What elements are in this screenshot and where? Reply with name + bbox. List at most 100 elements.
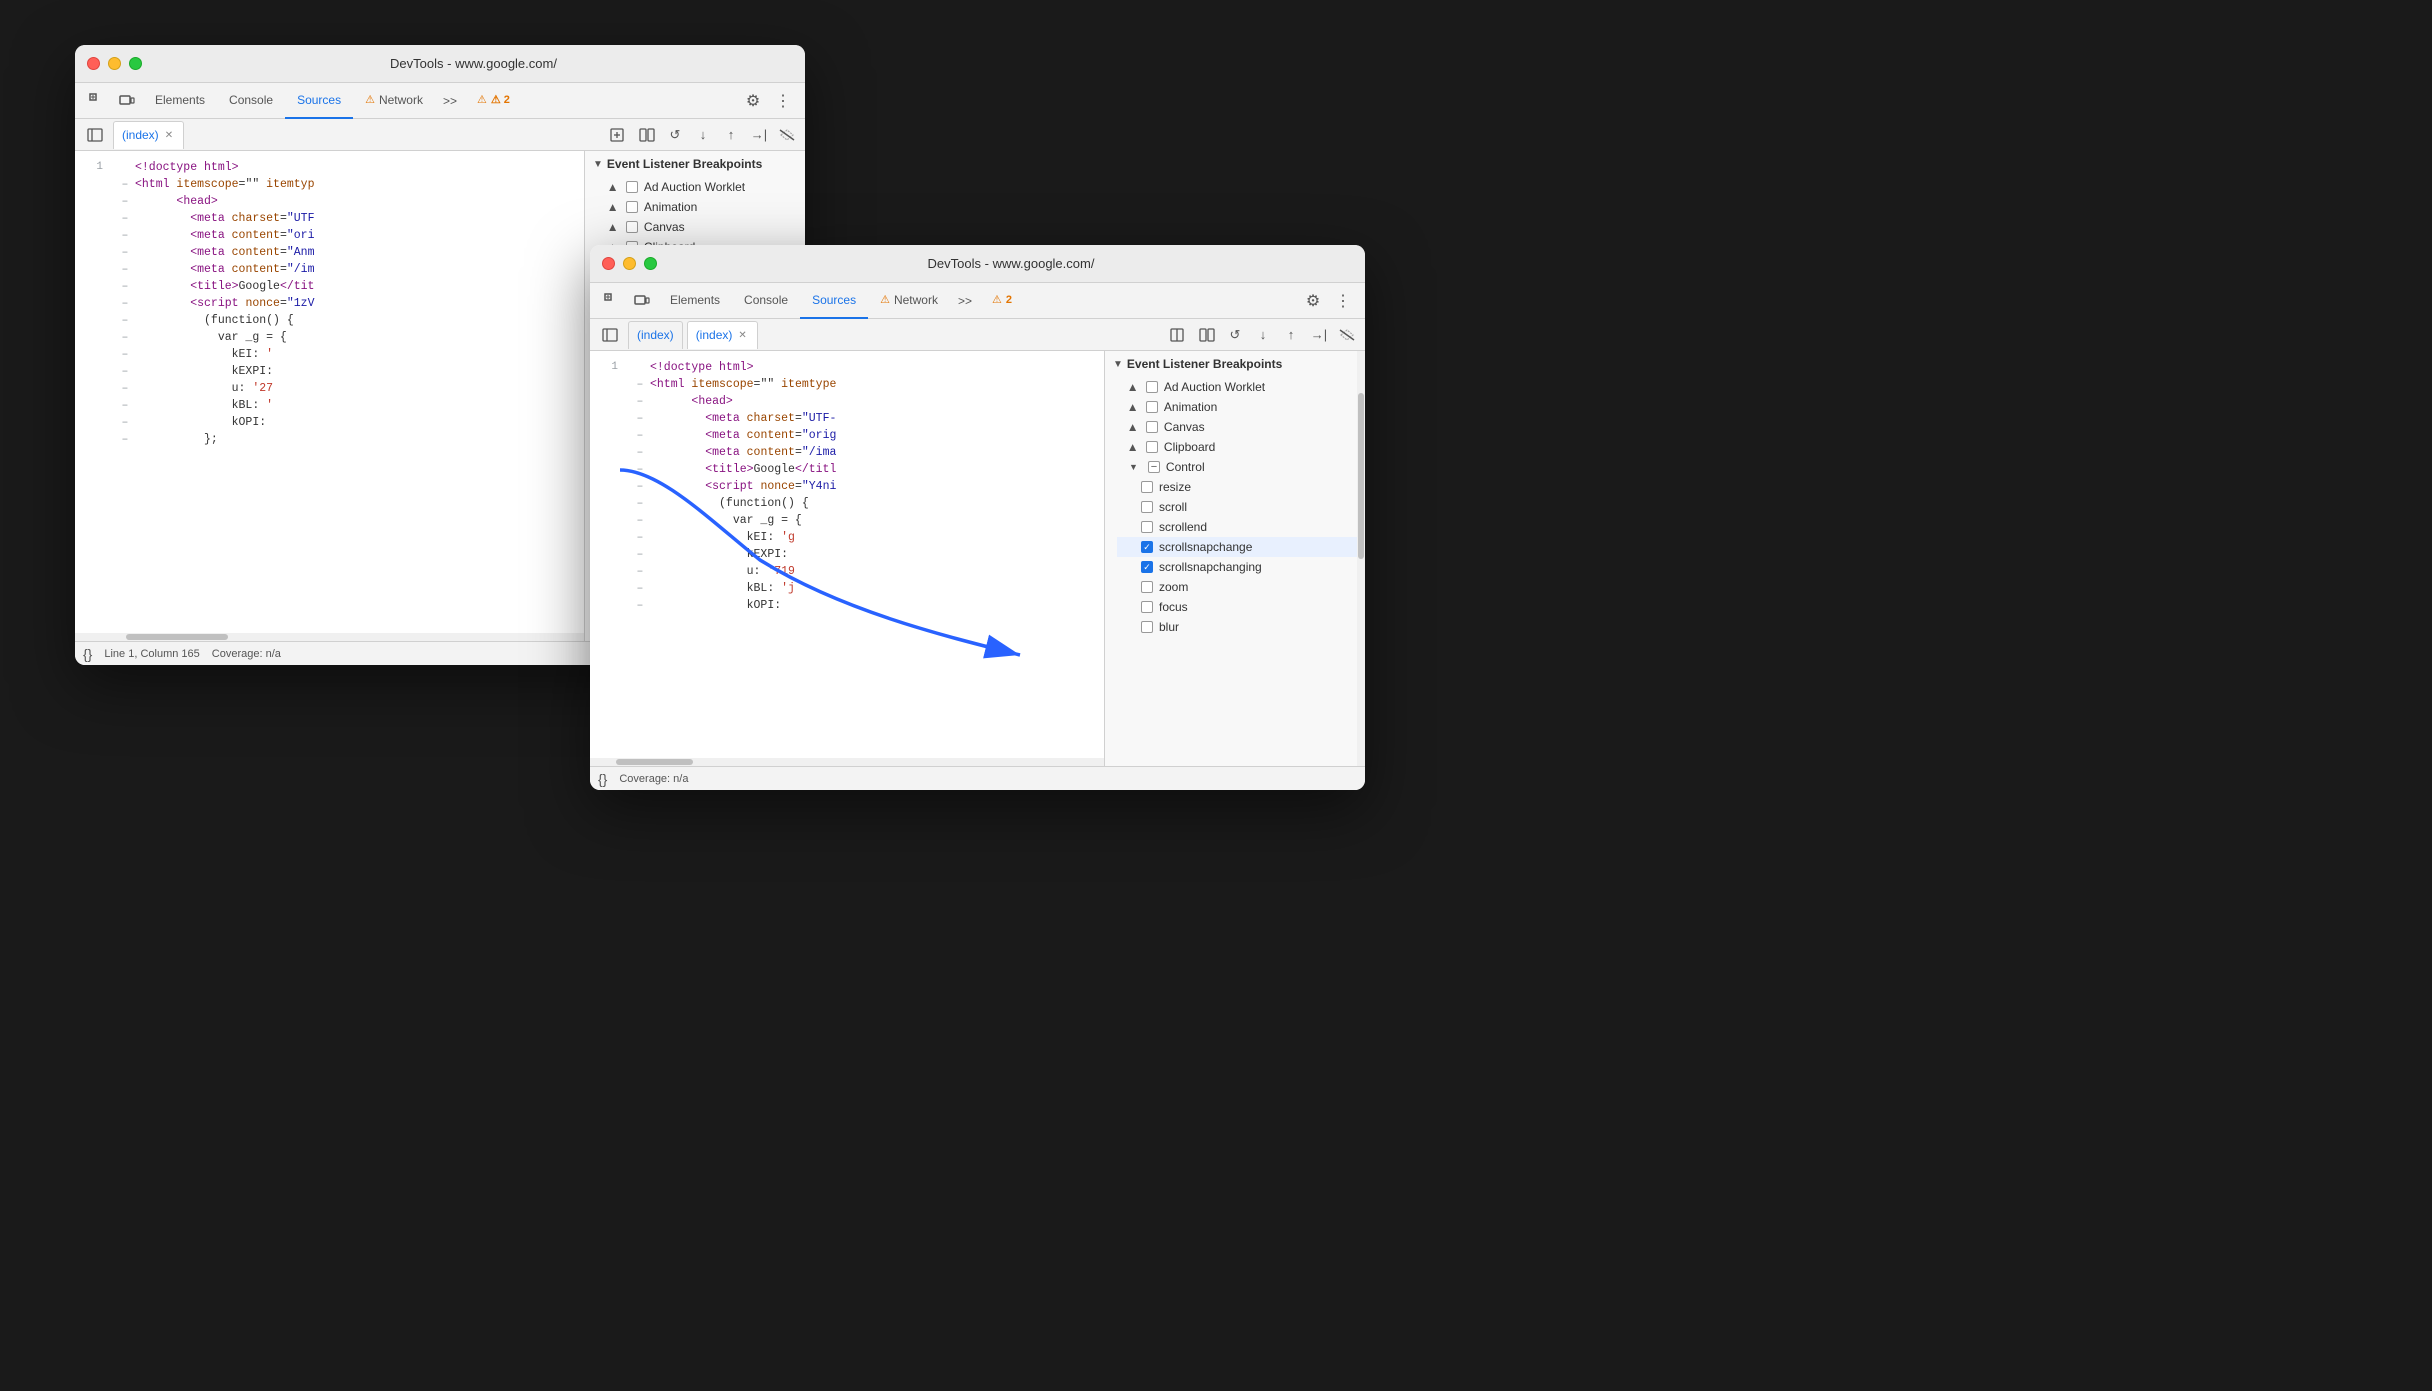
minimize-button-2[interactable] [623,257,636,270]
tab-bar-1: Elements Console Sources ⚠ Network >> ⚠ … [143,83,737,119]
curly-braces-icon-2[interactable]: {} [598,771,607,787]
more-tabs-1[interactable]: >> [435,94,465,108]
chevron-icon: ▶ [607,184,618,191]
continue-icon-1[interactable]: →| [747,123,771,147]
bp-item-scroll-2[interactable]: scroll [1117,497,1365,517]
tab-elements-2[interactable]: Elements [658,283,732,319]
file-tab-1[interactable]: (index) ✕ [113,121,184,149]
tab-network-1[interactable]: ⚠ Network [353,83,435,119]
bp-item-animation-2[interactable]: ▶ Animation [1105,397,1365,417]
inspect-icon-2[interactable] [598,287,626,315]
minimize-button-1[interactable] [108,57,121,70]
tab-console-2[interactable]: Console [732,283,800,319]
new-tab-icon-1[interactable] [603,121,631,149]
deactivate-icon-1[interactable] [775,123,799,147]
checkbox-scroll-2[interactable] [1141,501,1153,513]
step-out-icon-2[interactable]: ↑ [1279,323,1303,347]
bp-item-scrollsnapchanging-2[interactable]: scrollsnapchanging [1117,557,1365,577]
tab-network-2[interactable]: ⚠ Network [868,283,950,319]
main-content-2: 1 <!doctype html> – <html itemscope="" i… [590,351,1365,766]
warning-badge-1: ⚠ ⚠ 2 [465,83,522,119]
checkbox-canvas-1[interactable] [626,221,638,233]
continue-icon-2[interactable]: →| [1307,323,1331,347]
checkbox-animation-1[interactable] [626,201,638,213]
checkbox-clipboard-2[interactable] [1146,441,1158,453]
inspect-icon[interactable] [83,87,111,115]
checkbox-ad-auction-2[interactable] [1146,381,1158,393]
checkbox-blur-2[interactable] [1141,621,1153,633]
tab-elements-1[interactable]: Elements [143,83,217,119]
more-options-button-2[interactable]: ⋮ [1329,287,1357,315]
file-tab-2a[interactable]: (index) [628,321,683,349]
bp-item-focus-2[interactable]: focus [1117,597,1365,617]
code-line-9: – <script nonce="1zV [75,295,584,312]
checkbox-focus-2[interactable] [1141,601,1153,613]
new-pane-icon-2[interactable] [1163,321,1191,349]
settings-button-2[interactable]: ⚙ [1299,287,1327,315]
sources-toolbar-1: (index) ✕ ↺ ↓ ↑ →| [75,119,805,151]
tab-bar-2: Elements Console Sources ⚠ Network >> ⚠ … [658,283,1297,319]
checkbox-scrollsnapchange-2[interactable] [1141,541,1153,553]
file-tab-close-2[interactable]: ✕ [736,330,748,341]
step-out-icon-1[interactable]: ↑ [719,123,743,147]
checkbox-zoom-2[interactable] [1141,581,1153,593]
breakpoints-header-2[interactable]: ▼ Event Listener Breakpoints [1105,351,1365,377]
bp-item-canvas-1[interactable]: ▶ Canvas [585,217,805,237]
more-tabs-2[interactable]: >> [950,294,980,308]
v-scrollbar-2[interactable] [1357,351,1365,766]
split-pane-icon-2[interactable] [1195,323,1219,347]
settings-button-1[interactable]: ⚙ [739,87,767,115]
checkbox-resize-2[interactable] [1141,481,1153,493]
bp-item-resize-2[interactable]: resize [1117,477,1365,497]
maximize-button-2[interactable] [644,257,657,270]
tab-sources-1[interactable]: Sources [285,83,353,119]
bp-item-animation-1[interactable]: ▶ Animation [585,197,805,217]
file-tab-2b[interactable]: (index) ✕ [687,321,758,349]
bp-item-control-2[interactable]: ▼ Control [1105,457,1365,477]
bp-item-scrollsnapchange-2[interactable]: scrollsnapchange [1117,537,1365,557]
step-over-icon-1[interactable]: ↓ [691,123,715,147]
split-pane-icon-1[interactable] [635,123,659,147]
code-line-10: – (function() { [75,312,584,329]
bp-item-zoom-2[interactable]: zoom [1117,577,1365,597]
bp-item-scrollend-2[interactable]: scrollend [1117,517,1365,537]
bp-item-ad-auction-1[interactable]: ▶ Ad Auction Worklet [585,177,805,197]
h-scrollbar-1[interactable] [75,633,584,641]
bp-item-canvas-2[interactable]: ▶ Canvas [1105,417,1365,437]
tab-sources-2[interactable]: Sources [800,283,868,319]
device-toggle-icon-2[interactable] [628,287,656,315]
step-over-icon-2[interactable]: ↓ [1251,323,1275,347]
sidebar-toggle-1[interactable] [81,121,109,149]
checkbox-animation-2[interactable] [1146,401,1158,413]
code-line-2-3: – <head> [590,393,1104,410]
breakpoints-header-1[interactable]: ▼ Event Listener Breakpoints [585,151,805,177]
sidebar-toggle-2[interactable] [596,321,624,349]
checkbox-scrollend-2[interactable] [1141,521,1153,533]
h-scrollbar-2[interactable] [590,758,1104,766]
coverage-1: Coverage: n/a [212,648,281,660]
deactivate-icon-2[interactable] [1335,323,1359,347]
bp-item-blur-2[interactable]: blur [1117,617,1365,637]
code-line-7: – <meta content="/im [75,261,584,278]
maximize-button-1[interactable] [129,57,142,70]
chevron-icon: ▶ [1127,424,1138,431]
checkbox-scrollsnapchanging-2[interactable] [1141,561,1153,573]
bp-item-clipboard-2[interactable]: ▶ Clipboard [1105,437,1365,457]
sources-toolbar-right-1: ↺ ↓ ↑ →| [603,121,799,149]
close-button-1[interactable] [87,57,100,70]
checkbox-canvas-2[interactable] [1146,421,1158,433]
close-button-2[interactable] [602,257,615,270]
tab-console-1[interactable]: Console [217,83,285,119]
code-line-1: 1 <!doctype html> [75,159,584,176]
code-line-2-12: – kEXPI: [590,546,1104,563]
refresh-icon-2[interactable]: ↺ [1223,323,1247,347]
bp-item-ad-auction-2[interactable]: ▶ Ad Auction Worklet [1105,377,1365,397]
checkbox-control-2[interactable] [1148,461,1160,473]
device-toggle-icon[interactable] [113,87,141,115]
refresh-icon-1[interactable]: ↺ [663,123,687,147]
triangle-icon-2: ▼ [1113,359,1123,370]
file-tab-close-1[interactable]: ✕ [163,130,175,141]
more-options-button-1[interactable]: ⋮ [769,87,797,115]
checkbox-ad-auction-1[interactable] [626,181,638,193]
curly-braces-icon-1[interactable]: {} [83,646,92,662]
